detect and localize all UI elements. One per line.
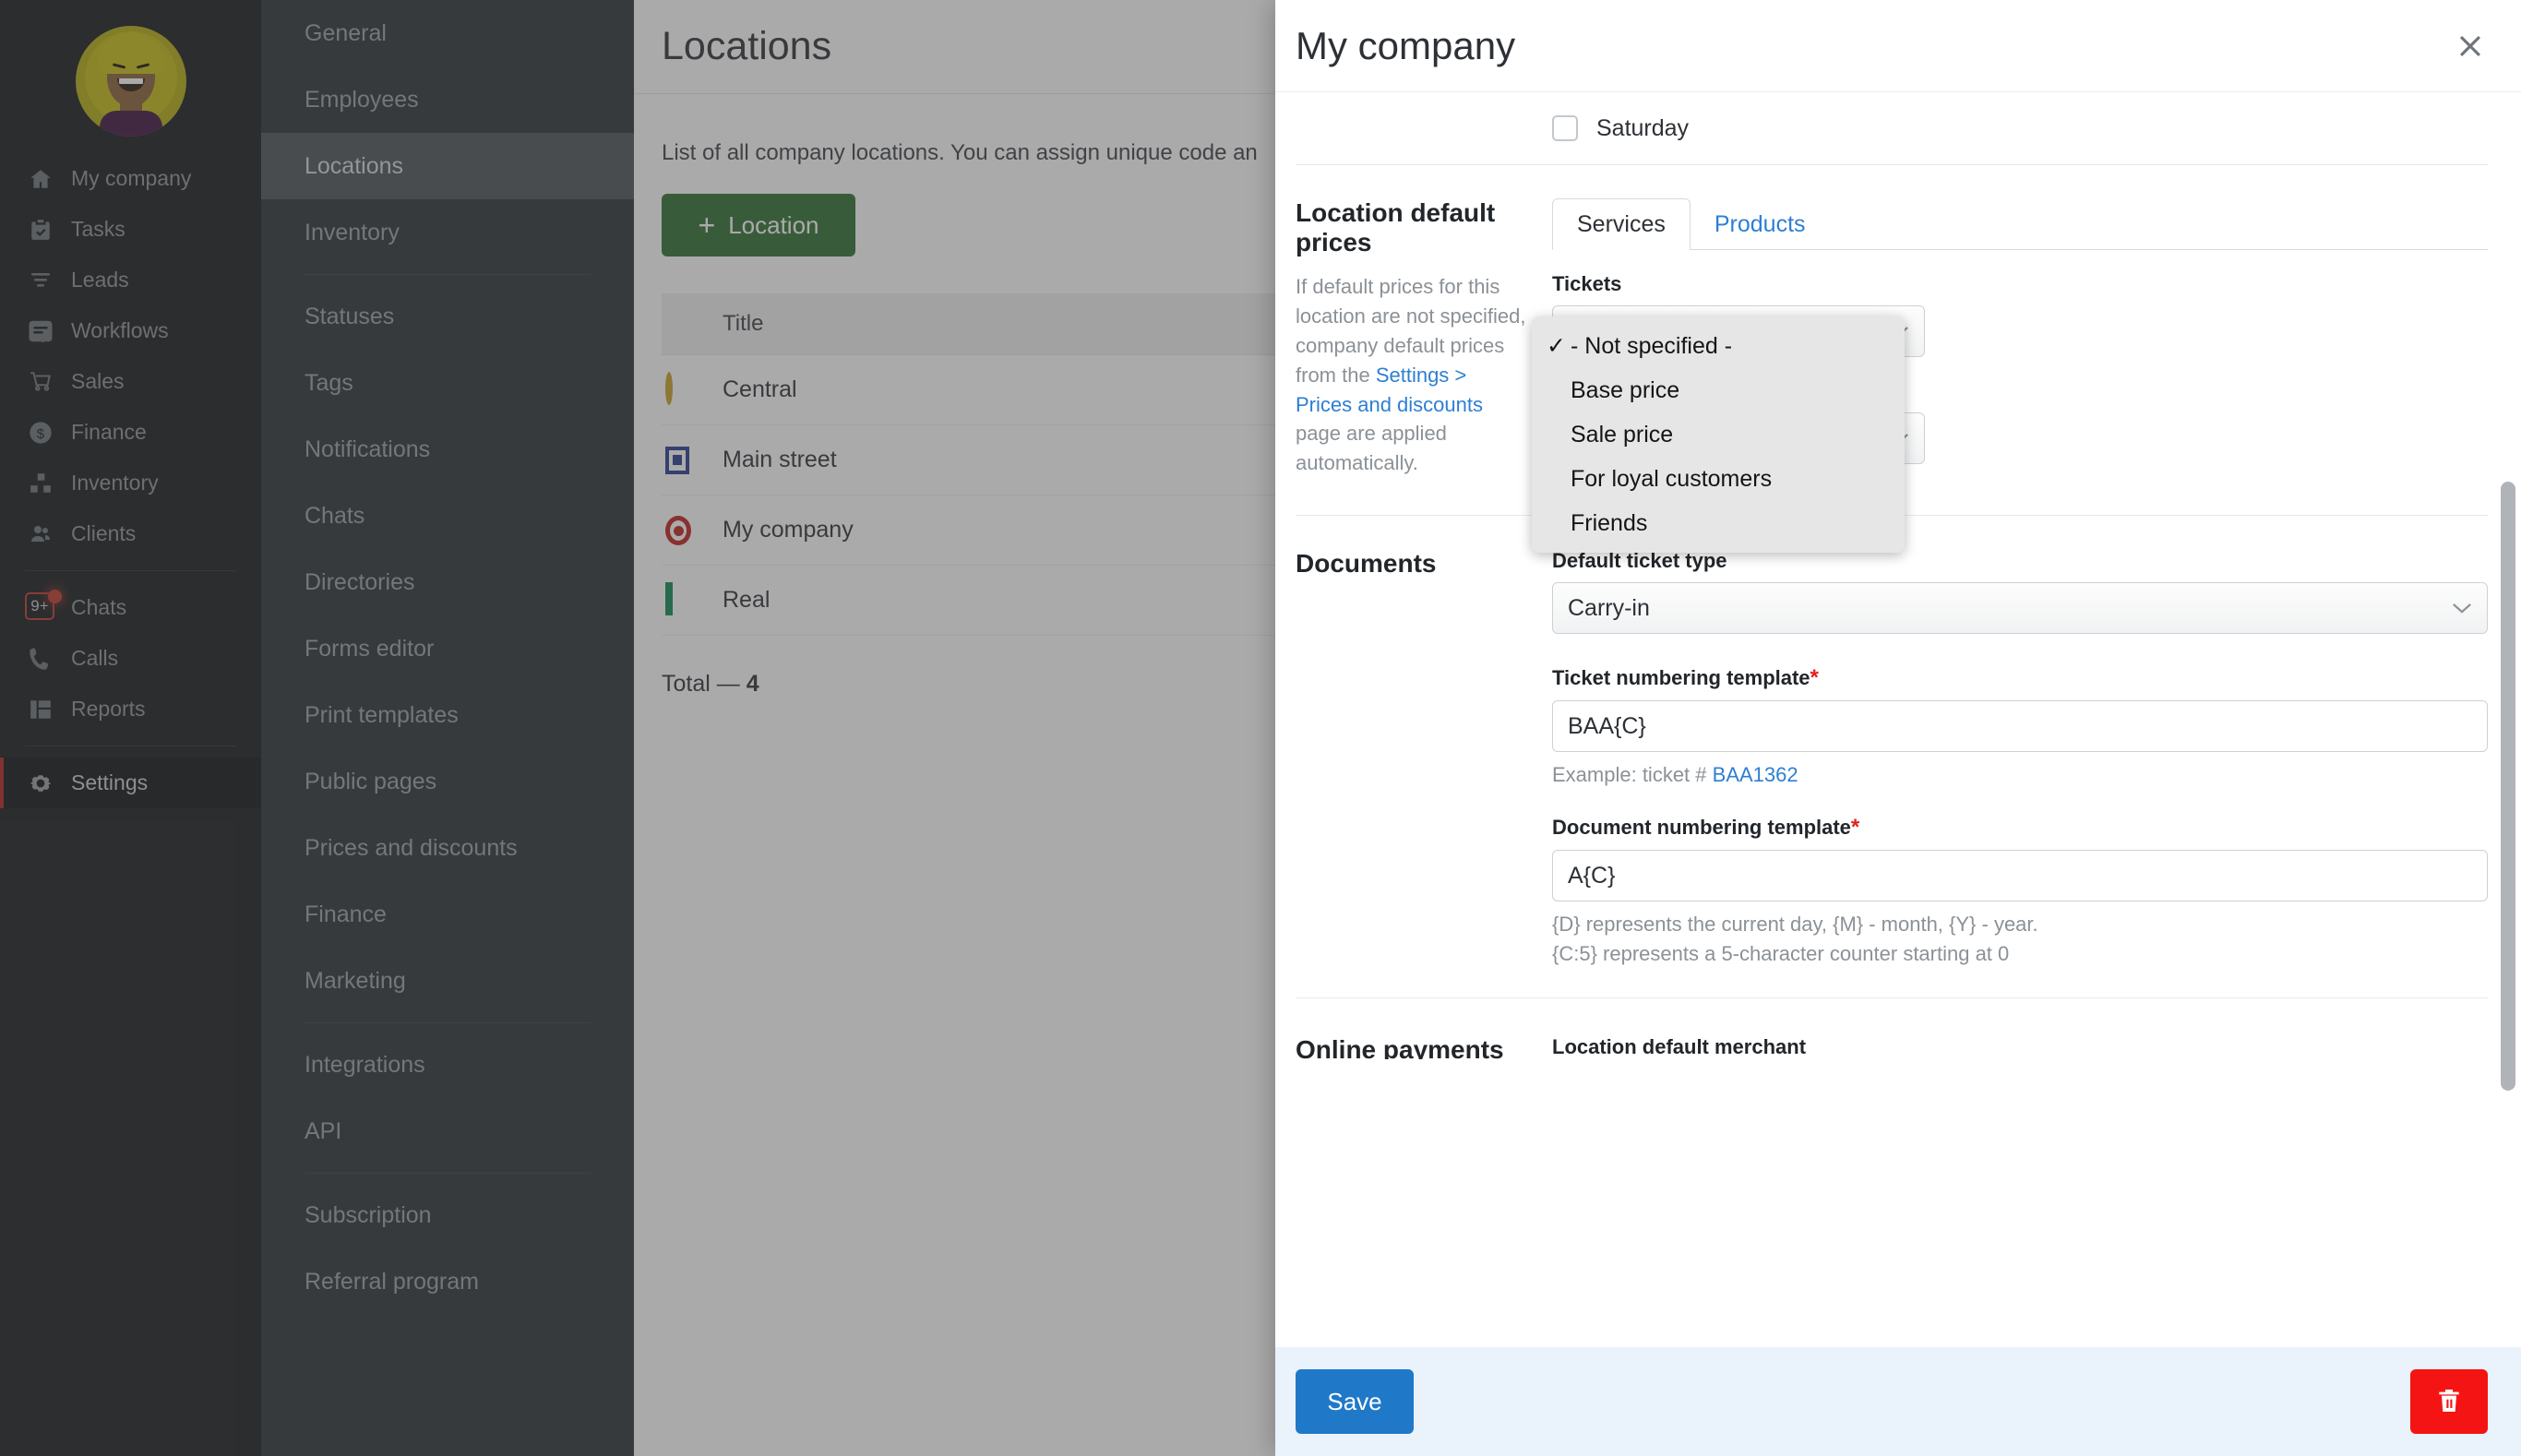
document-numbering-label-text: Document numbering template: [1552, 816, 1851, 840]
tab-products[interactable]: Products: [1691, 198, 1830, 250]
dropdown-option-for-loyal-customers[interactable]: For loyal customers: [1532, 457, 1905, 501]
document-numbering-input[interactable]: A{C}: [1552, 850, 2488, 902]
divider: [1296, 997, 2488, 999]
ticket-example-hint: Example: ticket # BAA1362: [1552, 763, 2488, 787]
check-icon: ✓: [1547, 333, 1566, 359]
panel-scrollbar[interactable]: [2501, 205, 2515, 1347]
tickets-dropdown-menu: ✓ - Not specified - Base price Sale pric…: [1532, 316, 1905, 553]
section-heading: Documents: [1296, 549, 1437, 579]
dropdown-option-friends[interactable]: Friends: [1532, 501, 1905, 545]
saturday-checkbox[interactable]: [1552, 115, 1578, 141]
section-left: Location default prices If default price…: [1296, 198, 1552, 478]
required-marker: *: [1810, 665, 1819, 691]
ticket-numbering-value: BAA{C}: [1568, 712, 1646, 739]
dropdown-option-sale-price[interactable]: Sale price: [1532, 412, 1905, 457]
section-right: Location default merchant: [1552, 1035, 2488, 1059]
panel-footer: Save: [1275, 1347, 2521, 1456]
ticket-numbering-label: Ticket numbering template*: [1552, 665, 2488, 691]
document-numbering-field: Document numbering template* A{C} {D} re…: [1552, 815, 2488, 966]
document-numbering-value: A{C}: [1568, 862, 1616, 889]
ticket-numbering-field: Ticket numbering template* BAA{C} Exampl…: [1552, 665, 2488, 787]
ticket-numbering-input[interactable]: BAA{C}: [1552, 700, 2488, 753]
tab-label: Products: [1714, 210, 1806, 237]
default-ticket-type-value: Carry-in: [1568, 594, 1650, 621]
dropdown-option-label: Friends: [1571, 509, 1648, 536]
default-ticket-type-field: Default ticket type Carry-in: [1552, 549, 2488, 635]
ticket-numbering-label-text: Ticket numbering template: [1552, 666, 1810, 690]
section-heading: Location default prices: [1296, 198, 1496, 257]
saturday-row: Saturday: [1296, 92, 2488, 164]
note-after: page are applied automatically.: [1296, 422, 1447, 475]
close-icon[interactable]: [2449, 25, 2491, 67]
ticket-example-link[interactable]: BAA1362: [1713, 763, 1798, 786]
numbering-hint-line2: {C:5} represents a 5-character counter s…: [1552, 942, 2010, 966]
price-tabs: Services Products: [1552, 198, 2488, 250]
documents-section: Documents Default ticket type Carry-in T…: [1296, 516, 2488, 966]
dropdown-option-base-price[interactable]: Base price: [1532, 368, 1905, 412]
tab-services[interactable]: Services: [1552, 198, 1691, 250]
scrollbar-thumb[interactable]: [2501, 482, 2515, 1091]
tab-label: Services: [1577, 210, 1666, 237]
trash-icon: [2434, 1384, 2464, 1420]
saturday-label: Saturday: [1596, 114, 1690, 141]
panel-body: Saturday Location default prices If defa…: [1275, 92, 2521, 1347]
dropdown-option-label: Base price: [1571, 376, 1680, 403]
online-payments-section: Online payments Location default merchan…: [1296, 1035, 2488, 1059]
location-edit-panel: My company Saturday Location default pri…: [1275, 0, 2521, 1456]
location-default-merchant-label: Location default merchant: [1552, 1035, 1807, 1059]
save-button[interactable]: Save: [1296, 1369, 1414, 1434]
section-note: If default prices for this location are …: [1296, 272, 1528, 478]
numbering-hint-line1: {D} represents the current day, {M} - mo…: [1552, 913, 2038, 937]
dropdown-option-label: Sale price: [1571, 421, 1674, 448]
default-ticket-type-select[interactable]: Carry-in: [1552, 582, 2488, 635]
default-ticket-type-label: Default ticket type: [1552, 549, 1727, 573]
tickets-label: Tickets: [1552, 272, 1622, 295]
delete-button[interactable]: [2410, 1369, 2488, 1434]
section-left: Online payments: [1296, 1035, 1552, 1059]
panel-title: My company: [1296, 23, 1516, 67]
dropdown-option-label: - Not specified -: [1571, 332, 1733, 359]
section-right: Default ticket type Carry-in Ticket numb…: [1552, 549, 2488, 966]
document-numbering-label: Document numbering template*: [1552, 815, 2488, 841]
dropdown-option-label: For loyal customers: [1571, 465, 1773, 492]
online-payments-heading: Online payments: [1296, 1035, 1504, 1060]
dropdown-option-not-specified[interactable]: ✓ - Not specified -: [1532, 324, 1905, 368]
ticket-example-prefix: Example: ticket #: [1552, 763, 1713, 787]
panel-header: My company: [1275, 0, 2521, 92]
chevron-down-icon: [2452, 595, 2472, 622]
section-left: Documents: [1296, 549, 1552, 966]
required-marker: *: [1850, 815, 1860, 841]
